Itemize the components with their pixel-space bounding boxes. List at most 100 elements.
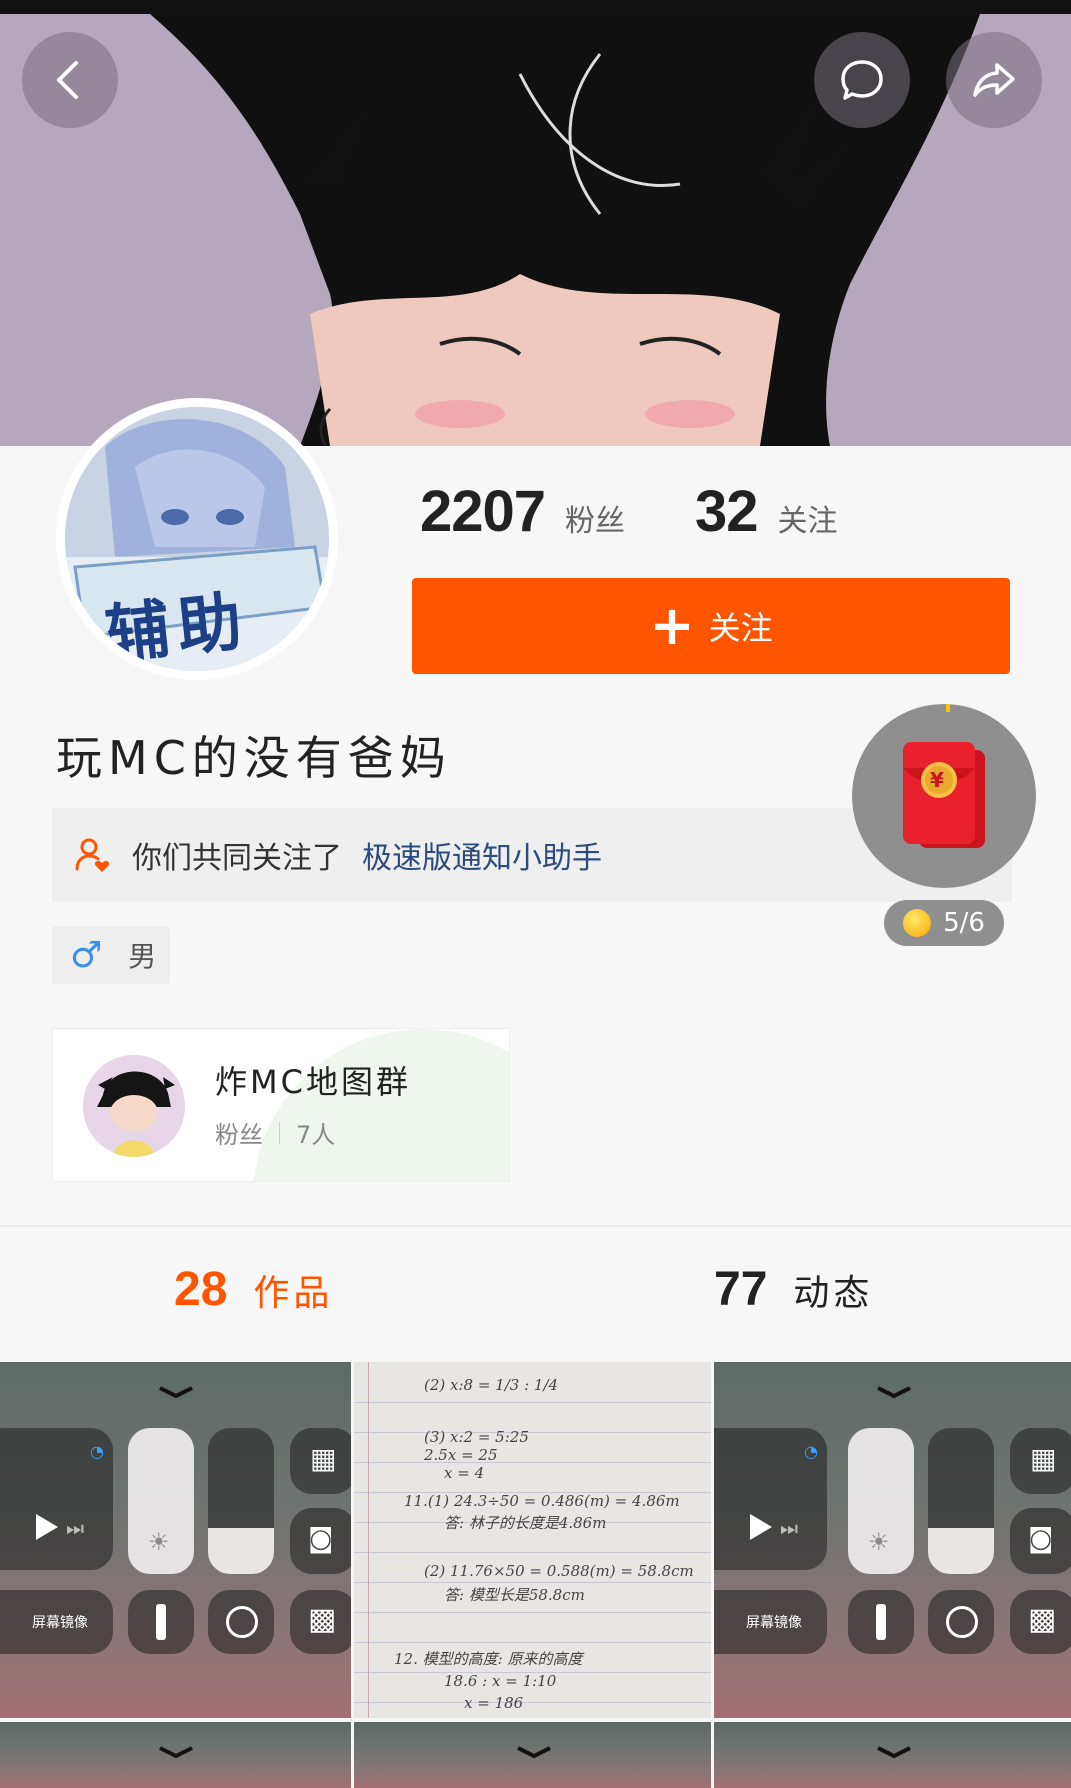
red-envelope-icon <box>903 742 985 848</box>
brightness-slider: ☀ <box>848 1428 914 1574</box>
follow-button-label: 关注 <box>708 609 773 647</box>
flashlight-icon <box>128 1590 194 1654</box>
red-packet-button[interactable]: ¥ <box>852 704 1036 888</box>
next-icon: ⏭ <box>780 1516 798 1540</box>
media-tile: ⏭ ◔ <box>714 1428 827 1570</box>
coin-progress: 5/6 <box>884 900 1004 946</box>
timer-icon <box>208 1590 274 1654</box>
following-count[interactable]: 32 <box>695 478 759 545</box>
media-tile: ⏭ ◔ <box>0 1428 113 1570</box>
screen-mirror-label: 屏幕镜像 <box>32 1615 88 1631</box>
avatar-text: 辅助 <box>102 584 254 671</box>
work-thumbnail[interactable] <box>0 1722 351 1788</box>
work-thumbnail[interactable]: ⏭ ◔ ☀ ▦ ◙ 屏幕镜像 ▩ <box>714 1362 1071 1718</box>
message-button[interactable] <box>814 32 910 128</box>
status-strip <box>0 0 1071 14</box>
group-members: 7人 <box>296 1121 336 1149</box>
sun-icon: ☀ <box>868 1528 890 1556</box>
airplay-icon: ◔ <box>90 1442 104 1461</box>
chevron-down-icon <box>877 1386 911 1399</box>
chevron-left-icon <box>57 61 78 99</box>
group-avatar <box>83 1055 185 1157</box>
screen-mirror-tile: 屏幕镜像 <box>0 1590 113 1654</box>
moments-count: 77 <box>714 1263 768 1316</box>
volume-slider <box>928 1428 994 1574</box>
note-line: x = 4 <box>444 1464 485 1482</box>
red-packet-symbol: ¥ <box>930 768 944 792</box>
card-decoration <box>253 1029 509 1181</box>
male-icon: ♂ <box>70 934 103 976</box>
qr-code-icon: ▩ <box>1010 1590 1071 1654</box>
mutual-prefix: 你们共同关注了 <box>132 841 342 876</box>
work-thumbnail[interactable] <box>714 1722 1071 1788</box>
fans-count[interactable]: 2207 <box>420 478 546 545</box>
separator <box>279 1121 280 1144</box>
share-button[interactable] <box>946 32 1042 128</box>
play-icon <box>36 1514 58 1540</box>
moments-label: 动态 <box>793 1273 874 1314</box>
username: 玩MC的没有爸妈 <box>56 731 452 785</box>
back-button[interactable] <box>22 32 118 128</box>
tab-works[interactable]: 28 作品 <box>174 1262 333 1317</box>
note-line: (2) x:8 = 1/3 : 1/4 <box>424 1376 559 1394</box>
timer-icon <box>928 1590 994 1654</box>
brightness-slider: ☀ <box>128 1428 194 1574</box>
share-arrow-icon <box>973 63 1015 97</box>
fan-group-card[interactable]: 炸MC地图群 粉丝 7人 <box>52 1028 510 1182</box>
qr-code-icon: ▩ <box>290 1590 351 1654</box>
profile-banner <box>0 14 1071 446</box>
profile-stats: 2207 粉丝 32 关注 <box>420 478 908 545</box>
chevron-down-icon <box>877 1746 911 1759</box>
work-thumbnail[interactable]: (2) x:8 = 1/3 : 1/4 (3) x:2 = 5:25 2.5x … <box>354 1362 711 1718</box>
note-line: 11.(1) 24.3÷50 = 0.486(m) = 4.86m <box>404 1492 680 1510</box>
sun-icon: ☀ <box>148 1528 170 1556</box>
note-line: 18.6 : x = 1:10 <box>444 1672 557 1690</box>
work-thumbnail[interactable]: ⏭ ◔ ☀ ▦ ◙ 屏幕镜像 ▩ <box>0 1362 351 1718</box>
note-line: (3) x:2 = 5:25 <box>424 1428 529 1446</box>
follow-button[interactable]: + 关注 <box>412 578 1010 674</box>
red-packet-progress-marker <box>946 704 950 712</box>
gold-coin-icon <box>903 909 932 937</box>
avatar[interactable]: 辅助 <box>56 398 338 680</box>
note-line: x = 186 <box>464 1694 524 1712</box>
calculator-icon: ▦ <box>290 1428 351 1494</box>
section-divider <box>0 1225 1071 1227</box>
next-icon: ⏭ <box>66 1516 84 1540</box>
tab-moments[interactable]: 77 动态 <box>714 1262 873 1317</box>
works-grid: ⏭ ◔ ☀ ▦ ◙ 屏幕镜像 ▩ (2) x:8 = 1/3: 1/4 (3)… <box>0 1362 1071 1788</box>
group-fans-label: 粉丝 <box>215 1121 263 1149</box>
banner-illustration <box>0 14 1071 446</box>
screen-mirror-label: 屏幕镜像 <box>746 1615 802 1631</box>
chevron-down-icon <box>159 1746 193 1759</box>
work-thumbnail[interactable] <box>354 1722 711 1788</box>
flashlight-icon <box>848 1590 914 1654</box>
works-label: 作品 <box>253 1273 334 1314</box>
camera-icon: ◙ <box>1010 1508 1071 1574</box>
coin-progress-text: 5/6 <box>943 908 985 938</box>
volume-slider <box>208 1428 274 1574</box>
chevron-down-icon <box>517 1746 551 1759</box>
calculator-icon: ▦ <box>1010 1428 1071 1494</box>
airplay-icon: ◔ <box>804 1442 818 1461</box>
screen-mirror-tile: 屏幕镜像 <box>714 1590 827 1654</box>
chat-bubble-icon <box>841 60 883 100</box>
group-name: 炸MC地图群 <box>215 1063 411 1101</box>
note-line: 12. 模型的高度: 原来的高度 <box>394 1650 583 1668</box>
plus-icon: + <box>649 594 695 657</box>
mutual-user-icon <box>75 838 110 872</box>
works-count: 28 <box>174 1263 228 1316</box>
chevron-down-icon <box>159 1386 193 1399</box>
gender-tag: ♂ 男 <box>52 926 170 984</box>
following-label[interactable]: 关注 <box>778 496 838 540</box>
play-icon <box>750 1514 772 1540</box>
mutual-link[interactable]: 极速版通知小助手 <box>362 833 602 877</box>
fans-label[interactable]: 粉丝 <box>565 496 625 540</box>
note-line: 答: 林子的长度是4.86m <box>444 1514 607 1532</box>
note-line: (2) 11.76×50 = 0.588(m) = 58.8cm <box>424 1562 694 1580</box>
note-line: 2.5x = 25 <box>424 1446 498 1464</box>
group-meta: 粉丝 7人 <box>215 1115 335 1150</box>
gender-label: 男 <box>128 940 157 973</box>
camera-icon: ◙ <box>290 1508 351 1574</box>
avatar-image: 辅助 <box>65 407 329 671</box>
note-line: 答: 模型长是58.8cm <box>444 1586 585 1604</box>
